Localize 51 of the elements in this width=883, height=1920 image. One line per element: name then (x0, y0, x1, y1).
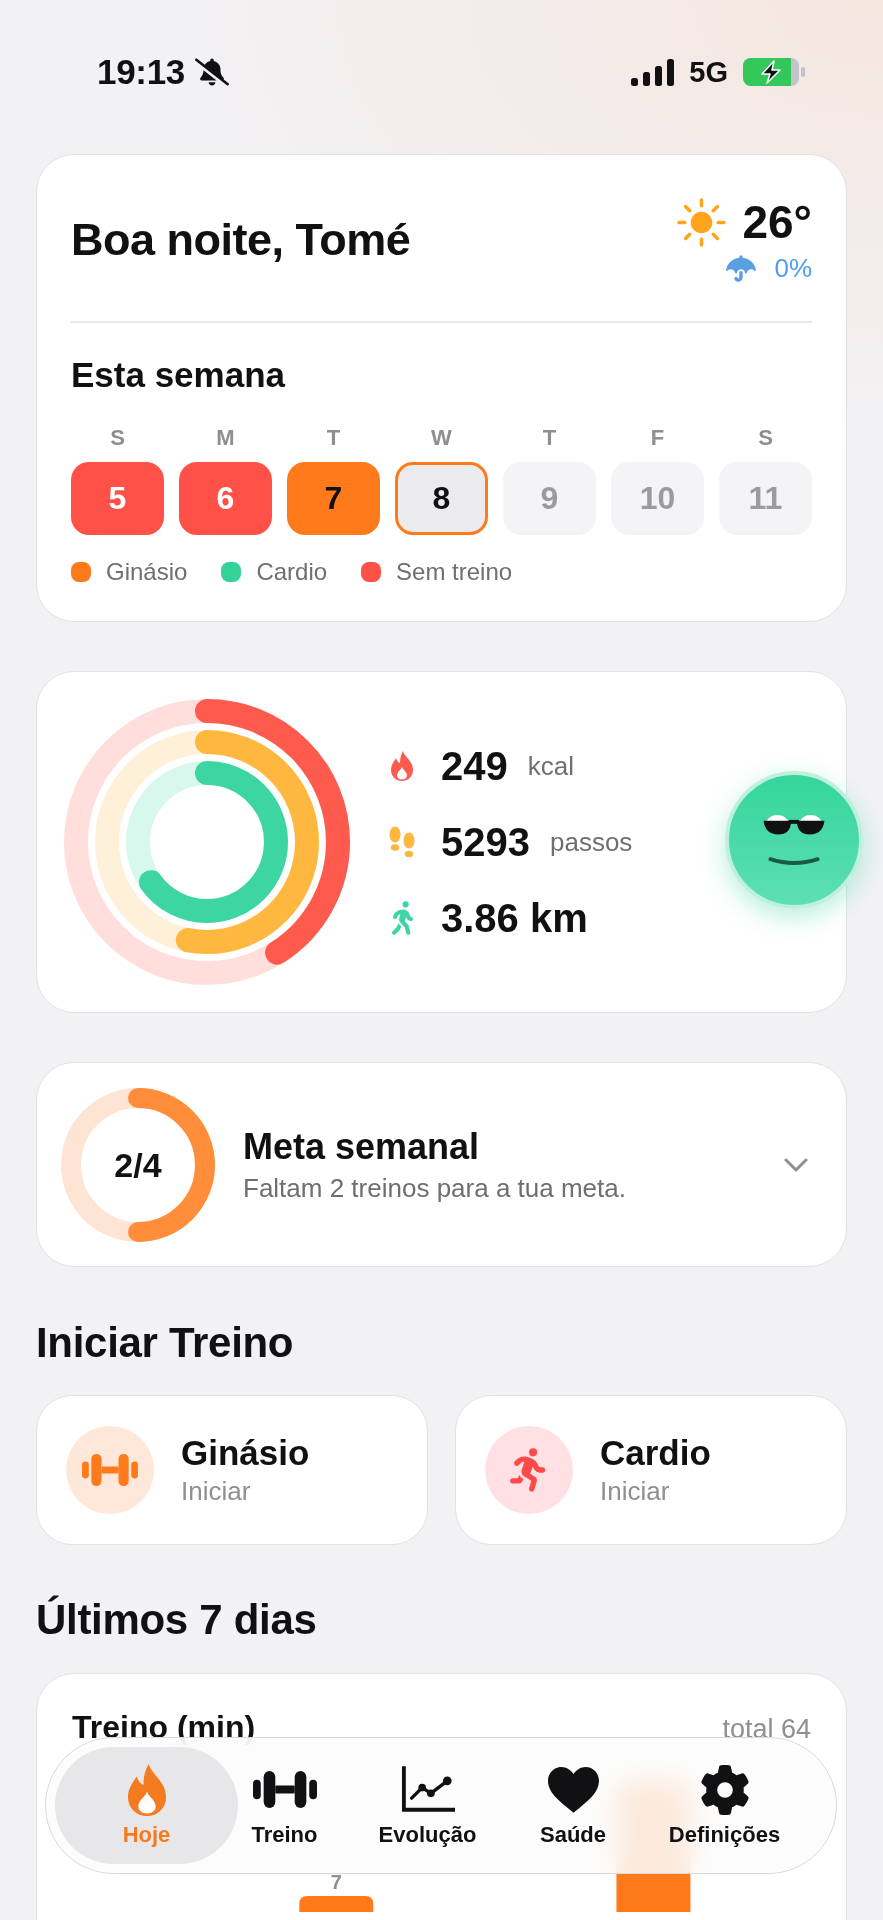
chart-title: Treino (min) (72, 1708, 256, 1746)
weekday-label: T (542, 425, 557, 451)
sunglasses-face-icon (762, 813, 826, 867)
flame-icon (126, 1763, 167, 1816)
line-chart-icon (400, 1766, 455, 1813)
workout-option-card[interactable]: Cardio Iniciar (455, 1395, 847, 1545)
bell-slash-icon (195, 58, 230, 86)
workout-option-card[interactable]: Ginásio Iniciar (36, 1395, 428, 1545)
status-time: 19:13 (97, 52, 186, 92)
dumbbell-icon (252, 1770, 317, 1809)
tab[interactable]: Treino (238, 1747, 331, 1864)
heart-icon (547, 1766, 599, 1813)
umbrella-icon (726, 254, 757, 282)
walking-person-icon (391, 901, 413, 935)
temperature: 26° (742, 196, 812, 248)
week-title: Esta semana (71, 354, 287, 396)
tab[interactable]: Evolução (331, 1747, 524, 1864)
metric-value: 3.86 km (441, 895, 588, 942)
settings-icon (699, 1764, 750, 1815)
goal-progress-text: 2/4 (114, 1144, 162, 1185)
metric-value: 249 (441, 743, 508, 790)
weekday-label: W (431, 425, 452, 451)
metric-unit: kcal (527, 750, 574, 783)
section-title: Iniciar Treino (36, 1318, 295, 1368)
footprints-icon (388, 826, 416, 858)
weekday-label: T (326, 425, 341, 451)
legend-label: Sem treino (396, 557, 513, 587)
date-tile[interactable]: 8 (395, 462, 488, 535)
chevron-down-icon[interactable] (784, 1157, 808, 1172)
date-tile[interactable]: 7 (287, 462, 380, 535)
bar-value-label: 7 (330, 1871, 342, 1893)
weekday-label: S (758, 425, 773, 451)
rain-chance: 0% (774, 252, 812, 284)
flame-icon (390, 751, 414, 781)
legend-label: Cardio (256, 557, 328, 587)
weekday-label: F (650, 425, 665, 451)
metric-value: 5293 (441, 819, 530, 866)
sun-icon (677, 197, 727, 247)
metric-unit: passos (550, 826, 633, 859)
goal-title: Meta semanal (243, 1124, 481, 1169)
legend-label: Ginásio (106, 557, 188, 587)
tab[interactable]: Saúde (524, 1747, 622, 1864)
goal-subtitle: Faltam 2 treinos para a tua meta. (243, 1171, 627, 1205)
tab[interactable]: Definições (622, 1747, 827, 1864)
greeting-title: Boa noite, Tomé (71, 213, 411, 267)
weekday-label: S (110, 425, 125, 451)
signal-icon (631, 58, 675, 86)
weekday-label: M (216, 425, 235, 451)
section-title: Últimos 7 dias (36, 1595, 318, 1645)
battery-charging-icon (743, 58, 805, 86)
network-type: 5G (689, 55, 728, 90)
